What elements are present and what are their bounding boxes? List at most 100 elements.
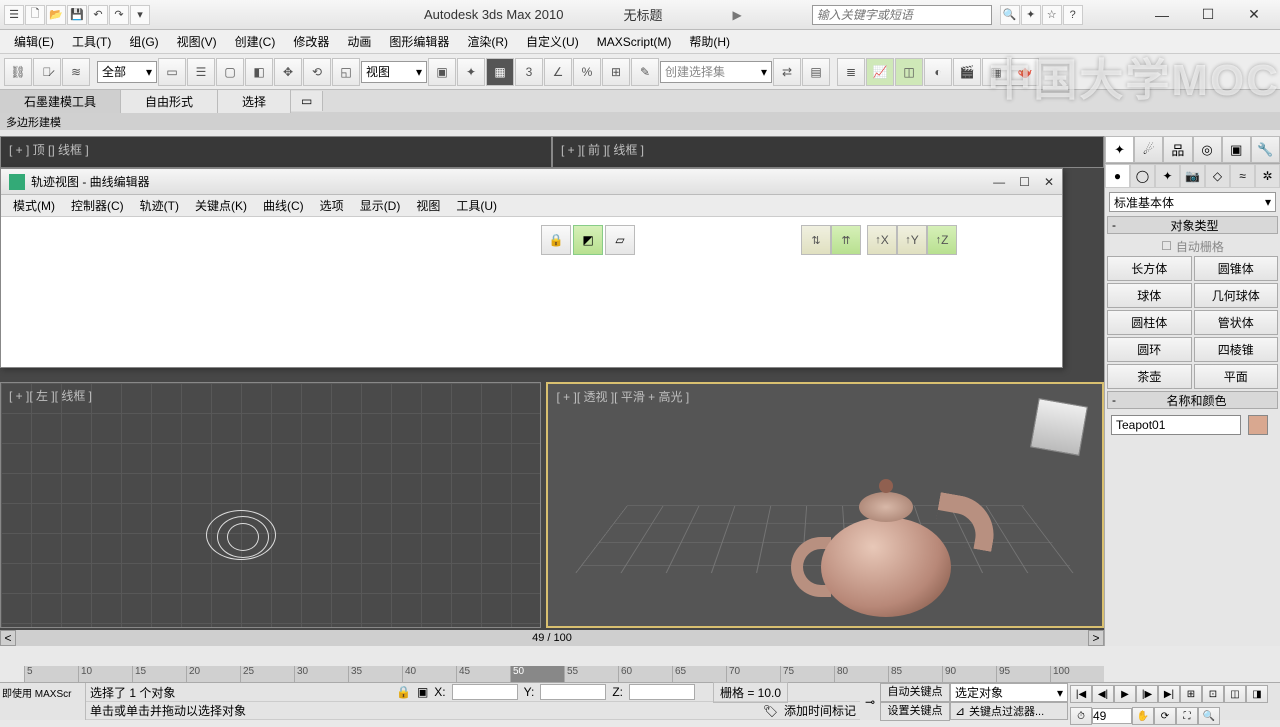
geometry-subtab-icon[interactable]: ● (1105, 164, 1130, 188)
systems-subtab-icon[interactable]: ✲ (1255, 164, 1280, 188)
tv-movekeys-icon[interactable]: ◩ (573, 225, 603, 255)
app-menu-button[interactable]: ☰ (4, 5, 24, 25)
teapot-object[interactable] (781, 457, 981, 627)
dlg-maximize-button[interactable]: ☐ (1019, 175, 1030, 189)
btn-torus[interactable]: 圆环 (1107, 337, 1192, 362)
new-icon[interactable]: 🗋 (25, 5, 45, 25)
ribbon-tab-freeform[interactable]: 自由形式 (121, 90, 218, 113)
tv-snap-icon[interactable]: ⇅ (801, 225, 831, 255)
select-region-rect-icon[interactable]: ▢ (216, 58, 244, 86)
layers-icon[interactable]: ≣ (837, 58, 865, 86)
search-input[interactable] (812, 5, 992, 25)
hierarchy-tab-icon[interactable]: 品 (1163, 136, 1192, 163)
btn-tube[interactable]: 管状体 (1194, 310, 1279, 335)
autokey-button[interactable]: 自动关键点 (880, 683, 950, 702)
close-button[interactable]: ✕ (1234, 3, 1274, 27)
btn-geosphere[interactable]: 几何球体 (1194, 283, 1279, 308)
cameras-subtab-icon[interactable]: 📷 (1180, 164, 1205, 188)
tv-menu-utilities[interactable]: 工具(U) (448, 195, 505, 216)
favorite-icon[interactable]: ☆ (1042, 5, 1062, 25)
autogrid-checkbox[interactable]: ☐ 自动栅格 (1105, 236, 1280, 256)
btn-cylinder[interactable]: 圆柱体 (1107, 310, 1192, 335)
redo-icon[interactable]: ↷ (109, 5, 129, 25)
viewcube-icon[interactable] (1030, 398, 1088, 456)
viewport-front[interactable]: [ + ][ 前 ][ 线框 ] (552, 136, 1104, 168)
nav-zoomall-icon[interactable]: ⊡ (1202, 685, 1224, 703)
lock-selection-icon[interactable]: 🔒 (396, 685, 411, 699)
tv-menu-mode[interactable]: 模式(M) (5, 195, 63, 216)
ref-coord-dropdown[interactable]: 视图▾ (361, 61, 427, 83)
menu-modifiers[interactable]: 修改器 (285, 30, 337, 53)
tv-slidekeys-icon[interactable]: ▱ (605, 225, 635, 255)
ribbon-tab-graphite[interactable]: 石墨建模工具 (0, 90, 121, 113)
category-dropdown[interactable]: 标准基本体▾ (1109, 192, 1276, 212)
display-tab-icon[interactable]: ▣ (1222, 136, 1251, 163)
menu-maxscript[interactable]: MAXScript(M) (589, 32, 680, 52)
object-name-input[interactable] (1111, 415, 1241, 435)
select-object-icon[interactable]: ▭ (158, 58, 186, 86)
menu-rendering[interactable]: 渲染(R) (459, 30, 516, 53)
menu-group[interactable]: 组(G) (121, 30, 166, 53)
spinner-snap-icon[interactable]: ⊞ (602, 58, 630, 86)
current-frame-input[interactable] (1092, 708, 1132, 724)
key-filters-button[interactable]: 关键点过滤器... (969, 703, 1044, 719)
tv-menu-controller[interactable]: 控制器(C) (63, 195, 132, 216)
render-setup-icon[interactable]: 🎬 (953, 58, 981, 86)
setkey-button[interactable]: 设置关键点 (880, 702, 950, 721)
add-time-tag[interactable]: 添加时间标记 (784, 702, 856, 719)
search-play-icon[interactable]: ▶ (733, 8, 742, 22)
lights-subtab-icon[interactable]: ✦ (1155, 164, 1180, 188)
next-frame-button[interactable]: |▶ (1136, 685, 1158, 703)
object-color-swatch[interactable] (1248, 415, 1268, 435)
undo-icon[interactable]: ↶ (88, 5, 108, 25)
menu-graph-editors[interactable]: 图形编辑器 (381, 30, 457, 53)
menu-edit[interactable]: 编辑(E) (6, 30, 62, 53)
scale-icon[interactable]: ◱ (332, 58, 360, 86)
isolate-icon[interactable]: ▣ (417, 685, 428, 699)
create-tab-icon[interactable]: ✦ (1105, 136, 1134, 163)
time-config-icon[interactable]: ⏱ (1070, 707, 1092, 725)
viewport-perspective[interactable]: [ + ][ 透视 ][ 平滑 + 高光 ] (546, 382, 1104, 628)
utilities-tab-icon[interactable]: 🔧 (1251, 136, 1280, 163)
rotate-icon[interactable]: ⟲ (303, 58, 331, 86)
window-crossing-icon[interactable]: ◧ (245, 58, 273, 86)
key-filters-dropdown[interactable]: 选定对象▾ (950, 683, 1068, 702)
goto-end-button[interactable]: ▶| (1158, 685, 1180, 703)
setkey-large-icon[interactable]: ⊿ (951, 704, 969, 718)
prev-frame-button[interactable]: ◀| (1092, 685, 1114, 703)
infocenter-icon[interactable]: 🔍 (1000, 5, 1020, 25)
tv-menu-curves[interactable]: 曲线(C) (255, 195, 312, 216)
select-by-name-icon[interactable]: ☰ (187, 58, 215, 86)
btn-pyramid[interactable]: 四棱锥 (1194, 337, 1279, 362)
material-editor-icon[interactable]: ◐ (924, 58, 952, 86)
nav-zoom-icon[interactable]: ⊞ (1180, 685, 1202, 703)
unlink-icon[interactable]: ⛓̷ (33, 58, 61, 86)
z-input[interactable] (629, 684, 695, 700)
ribbon-tab-selection[interactable]: 选择 (218, 90, 291, 113)
play-button[interactable]: ▶ (1114, 685, 1136, 703)
goto-start-button[interactable]: |◀ (1070, 685, 1092, 703)
helpers-subtab-icon[interactable]: ◇ (1205, 164, 1230, 188)
manipulate-icon[interactable]: ✦ (457, 58, 485, 86)
menu-animation[interactable]: 动画 (339, 30, 379, 53)
qat-dropdown-icon[interactable]: ▾ (130, 5, 150, 25)
dlg-close-button[interactable]: ✕ (1044, 175, 1054, 189)
bind-icon[interactable]: ≋ (62, 58, 90, 86)
modify-tab-icon[interactable]: ☄ (1134, 136, 1163, 163)
link-icon[interactable]: ⛓ (4, 58, 32, 86)
tv-lock-icon[interactable]: ⇈ (831, 225, 861, 255)
tv-axis-z[interactable]: ↑Z (927, 225, 957, 255)
spacewarps-subtab-icon[interactable]: ≈ (1230, 164, 1255, 188)
btn-cone[interactable]: 圆锥体 (1194, 256, 1279, 281)
btn-teapot[interactable]: 茶壶 (1107, 364, 1192, 389)
angle-snap-icon[interactable]: ∠ (544, 58, 572, 86)
rollout-name-color[interactable]: -名称和颜色 (1107, 391, 1278, 409)
snap-3d-icon[interactable]: 3 (515, 58, 543, 86)
edit-named-sel-icon[interactable]: ✎ (631, 58, 659, 86)
align-icon[interactable]: ▤ (802, 58, 830, 86)
nav-zoom-region-icon[interactable]: 🔍 (1198, 707, 1220, 725)
tv-axis-x[interactable]: ↑X (867, 225, 897, 255)
time-tag-icon[interactable]: 🏷 (763, 704, 778, 718)
viewport-top[interactable]: [ + ] 顶 [] 线框 ] (0, 136, 552, 168)
menu-create[interactable]: 创建(C) (227, 30, 284, 53)
